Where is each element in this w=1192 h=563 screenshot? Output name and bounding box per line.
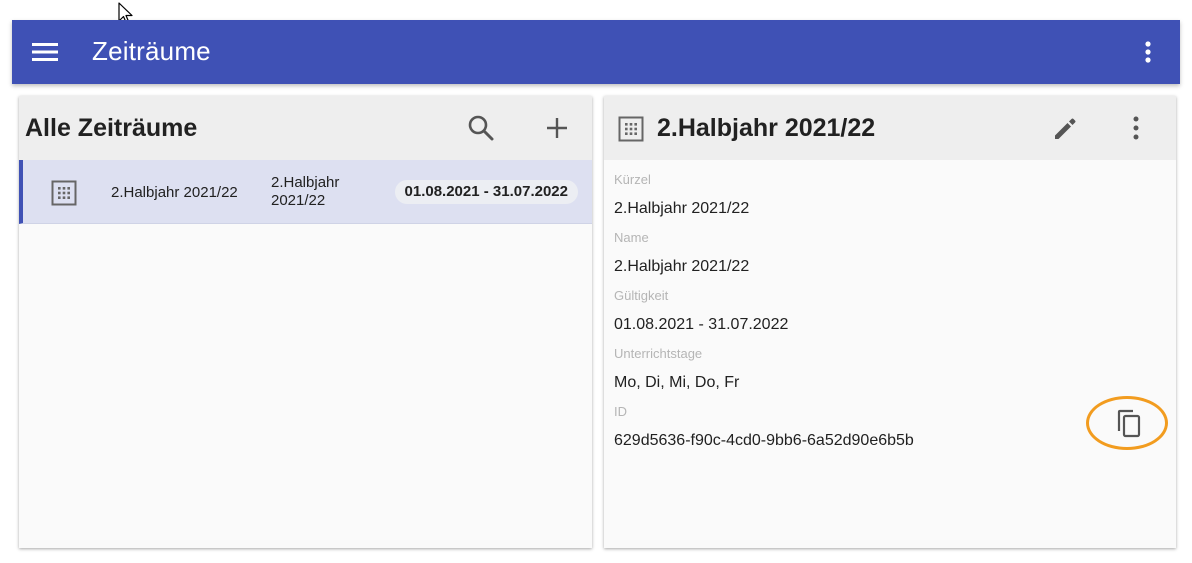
list-item-name: 2.Halbjahr 2021/22 bbox=[271, 174, 340, 209]
app-bar: Zeiträume bbox=[12, 20, 1180, 84]
add-icon[interactable] bbox=[543, 114, 571, 142]
detail-panel-title: 2.Halbjahr 2021/22 bbox=[657, 114, 876, 142]
field-value-name: 2.Halbjahr 2021/22 bbox=[614, 258, 750, 275]
field-value-id: 629d5636-f90c-4cd0-9bb6-6a52d90e6b5b bbox=[614, 432, 914, 449]
calendar-grid-icon bbox=[51, 180, 77, 206]
field-label-id: ID bbox=[614, 404, 627, 419]
app-title: Zeiträume bbox=[92, 36, 211, 66]
list-panel-header: Alle Zeiträume bbox=[19, 96, 592, 160]
edit-pencil-icon[interactable] bbox=[1052, 114, 1080, 142]
field-label-gueltigkeit: Gültigkeit bbox=[614, 288, 669, 303]
more-vert-icon[interactable] bbox=[1122, 114, 1150, 142]
list-panel-title: Alle Zeiträume bbox=[25, 114, 198, 142]
search-icon[interactable] bbox=[467, 114, 495, 142]
more-vert-icon[interactable] bbox=[1136, 40, 1160, 64]
list-item[interactable]: 2.Halbjahr 2021/22 2.Halbjahr 2021/22 01… bbox=[19, 160, 592, 224]
hamburger-menu-icon[interactable] bbox=[32, 40, 58, 64]
calendar-grid-icon bbox=[618, 116, 644, 142]
field-label-kuerzel: Kürzel bbox=[614, 172, 651, 187]
field-value-kuerzel: 2.Halbjahr 2021/22 bbox=[614, 200, 750, 217]
list-item-kuerzel: 2.Halbjahr 2021/22 bbox=[111, 184, 238, 201]
field-label-unterrichtstage: Unterrichtstage bbox=[614, 346, 703, 361]
list-panel: Alle Zeiträume 2.Halbjahr 2021/22 2.Halb… bbox=[19, 96, 592, 548]
detail-panel: 2.Halbjahr 2021/22 Kürzel 2.Halbjahr 202… bbox=[604, 96, 1176, 548]
field-label-name: Name bbox=[614, 230, 649, 245]
field-value-gueltigkeit: 01.08.2021 - 31.07.2022 bbox=[614, 316, 789, 333]
date-range-chip: 01.08.2021 - 31.07.2022 bbox=[394, 180, 578, 204]
copy-id-button[interactable] bbox=[1086, 396, 1168, 450]
detail-panel-header: 2.Halbjahr 2021/22 bbox=[604, 96, 1176, 160]
copy-icon bbox=[1117, 409, 1141, 438]
field-value-unterrichtstage: Mo, Di, Mi, Do, Fr bbox=[614, 374, 740, 391]
